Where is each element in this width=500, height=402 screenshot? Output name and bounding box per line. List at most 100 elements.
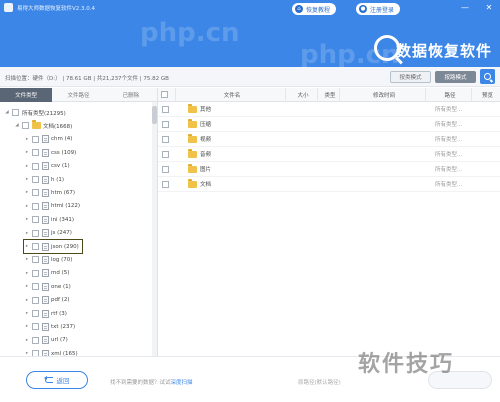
row-checkbox[interactable] [162, 135, 169, 143]
tree-item-chm[interactable]: ▸ chm (4) [24, 133, 72, 146]
row-checkbox[interactable] [162, 105, 169, 113]
table-row[interactable]: 压缩 所有类型... [158, 117, 500, 132]
tree-checkbox[interactable] [32, 135, 39, 143]
tab-deleted[interactable]: 已删除 [105, 88, 157, 102]
back-arrow-icon [43, 376, 53, 383]
file-icon [42, 255, 49, 264]
tree-item-js[interactable]: ▸ js (247) [24, 227, 72, 240]
tree-item-htm[interactable]: ▸ htm (67) [24, 186, 75, 199]
row-name: 视频 [200, 137, 212, 143]
expand-arrow-icon[interactable]: ▸ [24, 311, 30, 316]
tree-checkbox[interactable] [32, 189, 39, 197]
tab-file-path[interactable]: 文件路径 [52, 88, 104, 102]
table-row[interactable]: 音频 所有类型... [158, 147, 500, 162]
tree-checkbox[interactable] [32, 269, 39, 277]
col-type[interactable]: 类型 [318, 87, 340, 102]
tree-checkbox[interactable] [32, 256, 39, 264]
select-all-cell[interactable] [158, 87, 176, 102]
tree-checkbox[interactable] [32, 296, 39, 304]
tree-item-label: one (1) [51, 283, 71, 290]
file-icon [42, 148, 49, 157]
tree-item-csv[interactable]: ▸ csv (1) [24, 160, 70, 173]
tree-checkbox[interactable] [32, 216, 39, 224]
file-icon [42, 135, 49, 144]
tree-item-h[interactable]: ▸ h (1) [24, 173, 64, 186]
expand-arrow-icon[interactable]: ▸ [24, 164, 30, 169]
tree-item-label: txt (237) [51, 323, 76, 330]
tree-root[interactable]: ◢ 所有类型(21295) [4, 106, 66, 119]
col-name[interactable]: 文件名 [176, 87, 286, 102]
tree-item-ini[interactable]: ▸ ini (341) [24, 213, 74, 226]
scrollbar-thumb[interactable] [152, 106, 157, 124]
row-checkbox[interactable] [162, 180, 169, 188]
tree-folder[interactable]: ◢ 文档(1668) [14, 119, 72, 132]
select-all-checkbox[interactable] [161, 91, 168, 98]
tree-checkbox[interactable] [32, 310, 39, 317]
expand-arrow-icon[interactable]: ▸ [24, 190, 30, 195]
tree-checkbox[interactable] [32, 176, 39, 183]
expand-arrow-icon[interactable]: ▸ [24, 298, 30, 303]
table-row[interactable]: 图片 所有类型... [158, 162, 500, 177]
col-size[interactable]: 大小 [286, 87, 318, 102]
tutorial-button[interactable]: ⌂ 恢复教程 [292, 3, 337, 15]
col-preview[interactable]: 预览 [472, 88, 500, 102]
tree-item-txt[interactable]: ▸ txt (237) [24, 320, 75, 333]
tree-item-rtf[interactable]: ▸ rtf (3) [24, 307, 67, 320]
tree-checkbox[interactable] [12, 109, 19, 116]
expand-arrow-icon[interactable]: ▸ [24, 150, 30, 155]
close-button[interactable]: ✕ [484, 3, 494, 13]
tree-item-log[interactable]: ▸ log (70) [24, 253, 72, 266]
panel-tabs: 文件类型 文件路径 已删除 [0, 88, 157, 102]
tree-scrollbar[interactable] [152, 102, 157, 356]
file-icon [42, 215, 49, 224]
tree-checkbox[interactable] [32, 162, 39, 170]
expand-arrow-icon[interactable]: ▸ [24, 231, 30, 236]
expand-arrow-icon[interactable]: ▸ [24, 257, 30, 262]
tree-item-one[interactable]: ▸ one (1) [24, 280, 71, 293]
table-row[interactable]: 其他 所有类型... [158, 102, 500, 117]
category-mode-button[interactable]: 按类模式 [390, 71, 431, 83]
tree-item-json[interactable]: ▸ json (290) [23, 239, 83, 254]
tree-item-label: 所有类型(21295) [22, 110, 66, 117]
expand-arrow-icon[interactable]: ▸ [24, 204, 30, 209]
file-icon [42, 269, 49, 278]
collapse-arrow-icon[interactable]: ◢ [4, 110, 10, 115]
tree-checkbox[interactable] [32, 243, 39, 250]
minimize-button[interactable]: — [460, 3, 470, 13]
tree-item-css[interactable]: ▸ css (109) [24, 146, 76, 159]
tab-file-type[interactable]: 文件类型 [0, 88, 53, 102]
deep-scan-link[interactable]: 深度扫描 [171, 380, 193, 386]
table-row[interactable]: 视频 所有类型... [158, 132, 500, 147]
collapse-arrow-icon[interactable]: ◢ [14, 123, 20, 128]
row-checkbox[interactable] [162, 165, 169, 173]
expand-arrow-icon[interactable]: ▸ [24, 338, 30, 343]
tree-checkbox[interactable] [32, 149, 39, 157]
tree-item-url[interactable]: ▸ url (7) [24, 334, 68, 347]
tree-checkbox[interactable] [32, 336, 39, 344]
row-checkbox[interactable] [162, 120, 169, 128]
expand-arrow-icon[interactable]: ▸ [24, 284, 30, 289]
tree-item-html[interactable]: ▸ html (122) [24, 200, 80, 213]
search-button[interactable] [480, 69, 495, 84]
tree-checkbox[interactable] [32, 229, 39, 237]
tree-checkbox[interactable] [32, 202, 39, 210]
col-path[interactable]: 路径 [426, 87, 472, 102]
table-row[interactable]: 文档 所有类型... [158, 177, 500, 192]
tree-item-pdf[interactable]: ▸ pdf (2) [24, 294, 69, 307]
expand-arrow-icon[interactable]: ▸ [24, 271, 30, 276]
expand-arrow-icon[interactable]: ▸ [24, 324, 30, 329]
expand-arrow-icon[interactable]: ▸ [24, 177, 30, 182]
expand-arrow-icon[interactable]: ▸ [24, 137, 30, 142]
path-mode-button[interactable]: 按路模式 [435, 71, 476, 83]
tree-checkbox[interactable] [22, 122, 29, 130]
expand-arrow-icon[interactable]: ▸ [24, 244, 30, 249]
col-modified[interactable]: 修改时间 [340, 87, 426, 102]
row-checkbox[interactable] [162, 150, 169, 158]
tree-checkbox[interactable] [32, 283, 39, 291]
tree-item-xml[interactable]: ▸ xml (165) [24, 347, 78, 356]
login-button[interactable]: ● 注册登录 [356, 3, 401, 15]
back-button[interactable]: 返回 [26, 371, 88, 389]
expand-arrow-icon[interactable]: ▸ [24, 217, 30, 222]
tree-checkbox[interactable] [32, 323, 39, 331]
tree-item-md[interactable]: ▸ md (5) [24, 267, 69, 280]
